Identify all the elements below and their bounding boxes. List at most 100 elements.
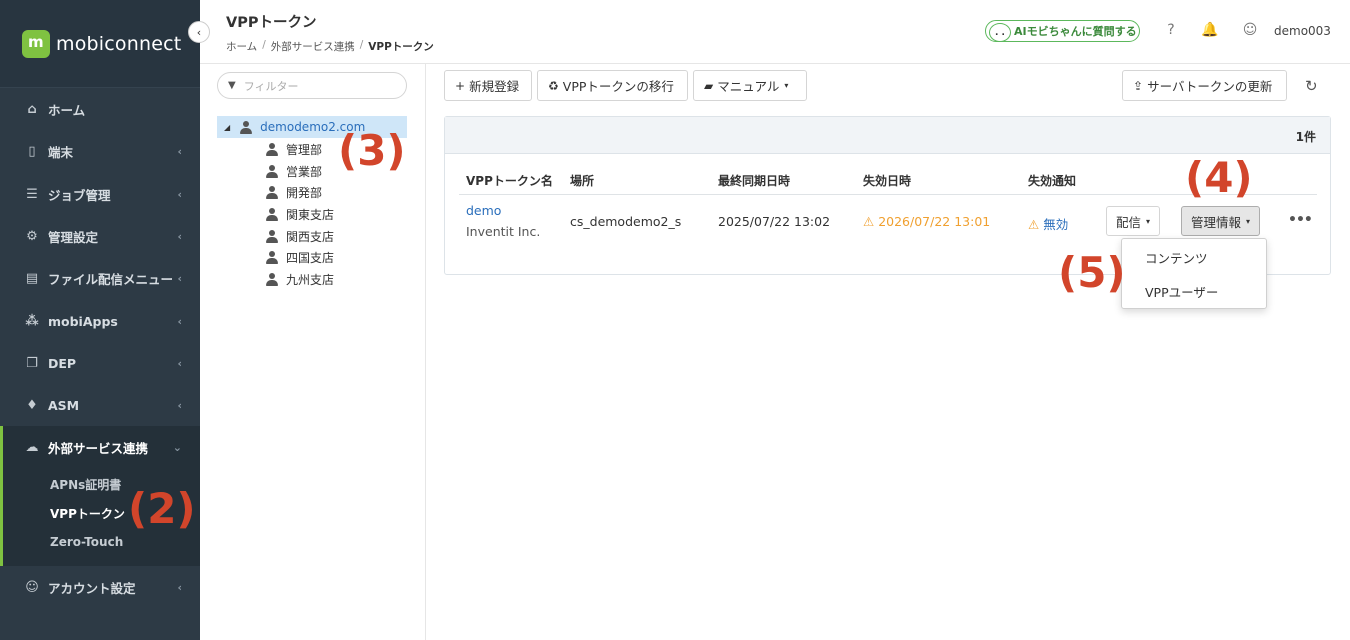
gear-icon: ⚙ [26,228,38,244]
sidebar-item-home[interactable]: ⌂ ホーム [0,88,200,130]
puzzle-icon: ⁂ [25,313,39,329]
annotation-2: (2) [128,484,196,533]
management-info-dropdown-button[interactable]: 管理情報 ▾ [1181,206,1261,236]
more-actions-icon[interactable]: ••• [1288,212,1313,228]
sidebar-item-asm[interactable]: ♦ ASM ‹ [0,384,200,426]
tree-node-label: 関西支店 [286,229,335,244]
management-info-label: 管理情報 [1191,214,1242,230]
tree-node[interactable]: 関西支店 [266,227,334,245]
deliver-dropdown-button[interactable]: 配信 ▾ [1106,206,1161,236]
sidebar-collapse-button[interactable]: ‹ [188,21,210,43]
ai-assistant-button[interactable]: . . AIモビちゃんに質問する [985,20,1140,42]
mobiconnect-logo-icon [22,29,50,58]
tree-node-label: 開発部 [286,185,323,200]
sidebar-item-label: ジョブ管理 [48,187,111,203]
tree-node[interactable]: 営業部 [266,162,322,180]
sidebar-item-dep[interactable]: ❐ DEP ‹ [0,342,200,384]
user-icon [266,164,278,178]
sidebar: mobiconnect ⌂ ホーム ▯ 端末 ‹ ☰ ジョブ管理 ‹ ⚙ 管理設… [0,0,200,640]
graduation-cap-icon: ♦ [26,397,38,413]
column-header-token-name[interactable]: VPPトークン名 [466,172,553,189]
list-icon: ☰ [26,186,38,202]
sidebar-item-devices[interactable]: ▯ 端末 ‹ [0,130,200,172]
sidebar-item-label: ASM [48,397,80,413]
submenu-item-zero-touch[interactable]: Zero-Touch [50,535,123,549]
migrate-vpp-token-button[interactable]: ♻ VPPトークンの移行 [537,70,688,101]
manual-label: マニュアル [717,79,780,94]
submenu-item-vpp-token[interactable]: VPPトークン [50,505,125,522]
chevron-left-icon: ‹ [177,580,182,594]
file-icon: ▤ [25,270,39,286]
breadcrumb-external-services[interactable]: 外部サービス連携 [271,39,355,54]
tree-node[interactable]: 開発部 [266,183,322,201]
chevron-left-icon: ‹ [177,356,182,370]
breadcrumb-home[interactable]: ホーム [226,39,257,54]
refresh-icon[interactable]: ↻ [1305,77,1318,95]
tree-node[interactable]: 九州支店 [266,270,334,288]
menu-item-contents[interactable]: コンテンツ [1145,248,1208,267]
token-organization: Inventit Inc. [466,224,541,239]
sidebar-item-label: 端末 [48,144,74,160]
filter-placeholder: フィルター [243,79,299,93]
sidebar-item-label: ファイル配信メニュー [48,271,174,287]
help-icon[interactable]: ? [1163,22,1179,38]
bell-icon[interactable]: 🔔 [1201,22,1218,38]
book-icon: ▰ [704,78,714,93]
expiry-notice-value[interactable]: 無効 [1043,217,1068,232]
recycle-icon: ♻ [548,78,559,93]
column-header-expiry[interactable]: 失効日時 [863,172,911,189]
user-icon [266,272,278,286]
column-header-last-sync[interactable]: 最終同期日時 [718,172,790,189]
menu-item-vpp-users[interactable]: VPPユーザー [1145,282,1218,301]
sidebar-item-jobs[interactable]: ☰ ジョブ管理 ‹ [0,173,200,215]
column-header-expiry-notice[interactable]: 失効通知 [1028,172,1076,189]
breadcrumb-current: VPPトークン [368,41,434,53]
sidebar-item-file-delivery[interactable]: ▤ ファイル配信メニュー ‹ [0,257,200,299]
tree-node-label: 関東支店 [286,207,335,222]
tree-node[interactable]: 関東支店 [266,205,334,223]
manual-dropdown-button[interactable]: ▰ マニュアル ▾ [693,70,807,101]
tree-node[interactable]: 四国支店 [266,248,334,266]
sidebar-item-label: 外部サービス連携 [48,440,149,456]
plus-icon: + [455,78,466,93]
expand-toggle-icon[interactable]: ◢ [224,123,230,132]
ai-assistant-label: AIモビちゃんに質問する [1014,25,1137,38]
sidebar-item-external-services[interactable]: ☁ 外部サービス連携 ⌄ [0,426,200,468]
new-registration-button[interactable]: + 新規登録 [444,70,532,101]
annotation-3: (3) [338,126,406,175]
new-registration-label: 新規登録 [469,79,520,94]
cloud-icon: ☁ [25,439,39,455]
warning-icon: ⚠ [863,214,875,229]
column-header-location[interactable]: 場所 [570,172,594,189]
user-icon [266,207,278,221]
upload-icon: ⇪ [1133,78,1144,93]
page-title: VPPトークン [226,15,317,31]
filter-input[interactable]: ▼ フィルター [217,72,407,99]
management-info-menu: コンテンツ VPPユーザー [1121,238,1267,309]
copy-icon: ❐ [26,355,38,371]
logo[interactable]: mobiconnect [0,0,200,88]
caret-down-icon: ▾ [784,81,789,90]
caret-down-icon: ▾ [1146,216,1151,226]
home-icon: ⌂ [27,101,37,117]
tree-node-label: 九州支店 [286,272,335,287]
sidebar-item-account-settings[interactable]: ☺ アカウント設定 ‹ [0,566,200,608]
sidebar-item-admin-settings[interactable]: ⚙ 管理設定 ‹ [0,215,200,257]
logo-text: mobiconnect [56,32,182,55]
migrate-label: VPPトークンの移行 [562,79,674,94]
header: VPPトークン ホーム / 外部サービス連携 / VPPトークン . . AIモ… [200,0,1350,64]
user-icon [240,120,253,134]
record-count: 1件 [1295,130,1316,144]
update-server-token-button[interactable]: ⇪ サーバトークンの更新 [1122,70,1287,101]
token-name-link[interactable]: demo [466,203,501,218]
user-name[interactable]: demo003 [1274,24,1331,38]
submenu-item-apns[interactable]: APNs証明書 [50,476,121,493]
user-icon[interactable]: ☺ [1242,22,1258,38]
tree-node-label: 四国支店 [286,250,335,265]
chevron-left-icon: ‹ [177,398,182,412]
sidebar-item-mobiapps[interactable]: ⁂ mobiApps ‹ [0,300,200,342]
tree-node-label: 管理部 [286,142,323,157]
tree-node[interactable]: 管理部 [266,140,322,158]
users-icon: ☺ [25,579,39,595]
sidebar-item-label: 管理設定 [48,229,99,245]
